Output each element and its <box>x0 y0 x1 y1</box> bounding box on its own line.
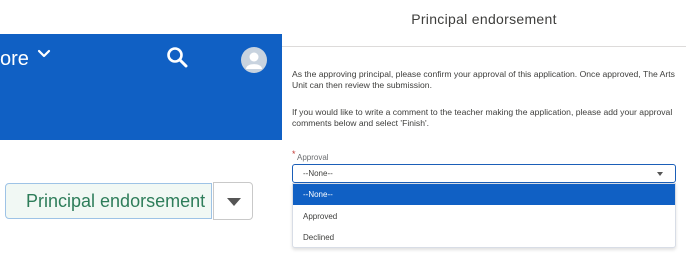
search-icon[interactable] <box>166 46 188 68</box>
modal-title: Principal endorsement <box>411 11 557 27</box>
option-none[interactable]: --None-- <box>293 184 675 205</box>
approval-select-value: --None-- <box>303 169 333 178</box>
option-declined[interactable]: Declined <box>293 227 675 248</box>
top-nav-bar: ore <box>0 34 282 140</box>
instruction-paragraph-approval: As the approving principal, please confi… <box>292 69 675 90</box>
approval-options-listbox: --None-- Approved Declined <box>292 183 676 248</box>
avatar-icon[interactable] <box>241 47 267 73</box>
principal-endorsement-modal: Principal endorsement As the approving p… <box>282 0 686 256</box>
chevron-down-icon <box>657 172 663 176</box>
chevron-down-icon[interactable] <box>37 47 51 61</box>
principal-endorsement-button[interactable]: Principal endorsement <box>5 183 212 219</box>
option-approved[interactable]: Approved <box>293 206 675 227</box>
dropdown-caret-icon <box>227 198 241 206</box>
instruction-paragraph-comment: If you would like to write a comment to … <box>292 107 673 128</box>
background-page: ore Principal endorsement <box>0 0 282 256</box>
nav-more-label[interactable]: ore <box>0 46 29 72</box>
more-actions-dropdown-button[interactable] <box>213 182 253 220</box>
approval-field-label: Approval <box>297 153 329 162</box>
required-marker: * <box>292 149 296 159</box>
approval-select[interactable]: --None-- <box>292 164 676 183</box>
modal-header-divider <box>282 46 686 47</box>
